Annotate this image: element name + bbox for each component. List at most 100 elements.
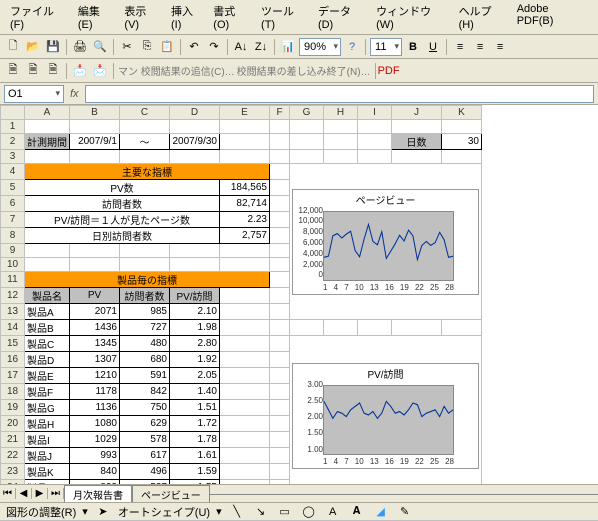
sheet-tab-2[interactable]: ページビュー xyxy=(132,485,210,503)
menu-edit[interactable]: 編集(E) xyxy=(74,2,119,32)
cell[interactable] xyxy=(220,400,270,416)
cell[interactable]: 680 xyxy=(120,352,170,368)
cell[interactable] xyxy=(270,400,290,416)
cell[interactable] xyxy=(25,258,70,272)
col-header[interactable] xyxy=(1,106,25,120)
col-header[interactable]: I xyxy=(358,106,392,120)
cell[interactable] xyxy=(270,336,290,352)
cell[interactable]: 591 xyxy=(120,368,170,384)
row-header[interactable]: 9 xyxy=(1,244,25,258)
cell[interactable] xyxy=(120,150,170,164)
col-header[interactable]: H xyxy=(324,106,358,120)
zoom-combo[interactable]: 90% xyxy=(299,38,341,56)
cell[interactable]: 製品A xyxy=(25,304,70,320)
cell[interactable]: 617 xyxy=(120,448,170,464)
cell[interactable] xyxy=(270,480,290,485)
cell[interactable]: 1436 xyxy=(70,320,120,336)
row-header[interactable]: 24 xyxy=(1,480,25,485)
cell[interactable] xyxy=(270,320,290,336)
menu-data[interactable]: データ(D) xyxy=(314,2,370,32)
cell[interactable] xyxy=(270,244,290,258)
cell[interactable]: 1.78 xyxy=(170,432,220,448)
row-header[interactable]: 16 xyxy=(1,352,25,368)
cell[interactable]: 製品B xyxy=(25,320,70,336)
tab-first-icon[interactable]: ⏮ xyxy=(0,488,16,499)
cell[interactable]: 計測期間 xyxy=(25,134,70,150)
cell[interactable] xyxy=(324,320,358,336)
menu-window[interactable]: ウィンドウ(W) xyxy=(372,2,452,32)
cell[interactable]: 2007/9/1 xyxy=(70,134,120,150)
cell[interactable]: 製品E xyxy=(25,368,70,384)
cell[interactable] xyxy=(270,448,290,464)
cell[interactable]: 1.51 xyxy=(170,400,220,416)
cell[interactable]: PV xyxy=(70,288,120,304)
cell[interactable] xyxy=(270,416,290,432)
review-text2[interactable]: 校閲結果の差し込み終了(N)… xyxy=(237,63,371,78)
cell[interactable]: 727 xyxy=(120,320,170,336)
cell[interactable]: 2.23 xyxy=(220,212,270,228)
row-header[interactable]: 19 xyxy=(1,400,25,416)
cell[interactable]: 製品G xyxy=(25,400,70,416)
cell[interactable] xyxy=(442,320,482,336)
cell[interactable] xyxy=(220,384,270,400)
cell[interactable] xyxy=(170,120,220,134)
redo-icon[interactable]: ↷ xyxy=(205,38,223,56)
cell[interactable]: 1029 xyxy=(70,432,120,448)
copy-icon[interactable]: ⎘ xyxy=(138,38,156,56)
cell[interactable] xyxy=(120,258,170,272)
cell[interactable]: 製品D xyxy=(25,352,70,368)
align-left-icon[interactable]: ≡ xyxy=(451,38,469,56)
pointer-icon[interactable]: ➤ xyxy=(94,503,112,521)
cell[interactable]: 1.92 xyxy=(170,352,220,368)
row-header[interactable]: 7 xyxy=(1,212,25,228)
cell[interactable]: 30 xyxy=(442,134,482,150)
cell[interactable] xyxy=(220,120,270,134)
open-icon[interactable]: 📂 xyxy=(24,38,42,56)
row-header[interactable]: 15 xyxy=(1,336,25,352)
cell[interactable]: 2071 xyxy=(70,304,120,320)
col-header[interactable]: B xyxy=(70,106,120,120)
cell[interactable] xyxy=(358,120,392,134)
cell[interactable] xyxy=(270,120,290,134)
col-header[interactable]: A xyxy=(25,106,70,120)
new-icon[interactable]: 🗋 xyxy=(4,38,22,56)
cell[interactable]: 2.05 xyxy=(170,368,220,384)
cell[interactable] xyxy=(270,134,290,150)
cell[interactable]: 製品C xyxy=(25,336,70,352)
align-center-icon[interactable]: ≡ xyxy=(471,38,489,56)
cell[interactable]: 840 xyxy=(70,464,120,480)
wordart-icon[interactable]: 𝐀 xyxy=(348,503,366,521)
row-header[interactable]: 5 xyxy=(1,180,25,196)
cell[interactable]: 2.80 xyxy=(170,336,220,352)
cell[interactable] xyxy=(270,352,290,368)
cell[interactable] xyxy=(220,288,270,304)
textbox-icon[interactable]: A xyxy=(324,503,342,521)
cell[interactable]: 496 xyxy=(120,464,170,480)
draw-adjust[interactable]: 図形の調整(R) xyxy=(6,504,76,520)
cell[interactable] xyxy=(220,150,270,164)
row-header[interactable]: 10 xyxy=(1,258,25,272)
menu-file[interactable]: ファイル(F) xyxy=(6,2,72,32)
menu-tools[interactable]: ツール(T) xyxy=(257,2,312,32)
row-header[interactable]: 21 xyxy=(1,432,25,448)
cell[interactable]: 製品K xyxy=(25,464,70,480)
col-header[interactable]: G xyxy=(290,106,324,120)
oval-icon[interactable]: ◯ xyxy=(300,503,318,521)
cell[interactable]: 訪問者数 xyxy=(25,196,220,212)
row-header[interactable]: 1 xyxy=(1,120,25,134)
menu-adobe[interactable]: Adobe PDF(B) xyxy=(513,2,592,32)
cell[interactable] xyxy=(220,244,270,258)
cell[interactable] xyxy=(392,320,442,336)
save-icon[interactable]: 💾 xyxy=(44,38,62,56)
cell[interactable]: 主要な指標 xyxy=(25,164,270,180)
cell[interactable] xyxy=(270,464,290,480)
autoshape[interactable]: オートシェイプ(U) xyxy=(118,504,210,520)
cell[interactable]: 2.10 xyxy=(170,304,220,320)
cell[interactable] xyxy=(220,464,270,480)
cell[interactable] xyxy=(270,150,290,164)
col-header[interactable]: E xyxy=(220,106,270,120)
cell[interactable]: 833 xyxy=(70,480,120,485)
cell[interactable] xyxy=(220,448,270,464)
row-header[interactable]: 8 xyxy=(1,228,25,244)
undo-icon[interactable]: ↶ xyxy=(185,38,203,56)
